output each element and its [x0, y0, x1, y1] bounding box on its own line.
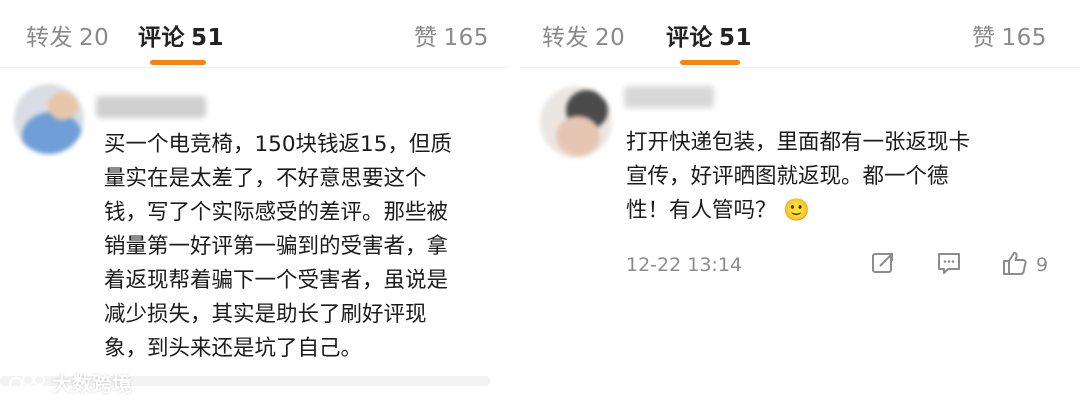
comment-line: 性！有人管吗？ 🙂	[626, 194, 970, 228]
avatar[interactable]	[14, 84, 84, 154]
tab-likes-label: 赞	[414, 25, 438, 51]
tab-likes[interactable]: 赞 165	[972, 18, 1047, 52]
tab-comments-label: 评论	[138, 25, 185, 51]
comment-icon[interactable]	[936, 250, 962, 276]
comment-panel-left: 转发 20 评论 51 赞 165 买一个电竞椅，150块钱返15，但质 量实在是太差…	[0, 0, 508, 402]
like-count: 9	[1036, 254, 1049, 276]
tab-comments[interactable]: 评论 51	[138, 18, 224, 52]
tab-bar: 转发 20 评论 51 赞 165	[520, 0, 1080, 68]
comment-timestamp: 12-22 13:14	[626, 254, 743, 276]
watermark-logo-icon	[8, 373, 46, 391]
tab-likes[interactable]: 赞 165	[414, 18, 489, 52]
comment-line: 打开快递包装，里面都有一张返现卡	[626, 130, 971, 155]
comment-line: 减少损失，其实是助长了刷好评现	[104, 302, 427, 327]
tab-bar: 转发 20 评论 51 赞 165	[0, 0, 508, 68]
like-icon[interactable]	[1002, 250, 1028, 276]
tab-comments-count: 51	[719, 25, 753, 51]
tab-comments-count: 51	[191, 25, 225, 51]
tab-repost-label: 转发	[542, 25, 589, 51]
username-redacted[interactable]	[96, 96, 206, 118]
watermark: 大数跨境	[8, 368, 132, 397]
tab-repost[interactable]: 转发 20	[26, 18, 109, 52]
comment-panel-right: 转发 20 评论 51 赞 165 打开快递包装，里面都有一张返现卡 宣传，好评晒图就…	[520, 0, 1080, 402]
comment-text: 打开快递包装，里面都有一张返现卡 宣传，好评晒图就返现。都一个德 性！有人管吗？…	[626, 126, 970, 228]
tab-repost-count: 20	[595, 25, 626, 51]
comment-line: 着返现帮着骗下一个受害者，虽说是	[104, 268, 449, 293]
tab-likes-label: 赞	[972, 25, 996, 51]
avatar[interactable]	[540, 86, 612, 158]
tab-repost-label: 转发	[26, 25, 73, 51]
comment-line: 量实在是太差了，不好意思要这个	[104, 166, 427, 191]
watermark-text: 大数跨境	[52, 372, 132, 396]
comment-line: 买一个电竞椅，150块钱返15，但质	[104, 132, 452, 157]
tab-repost-count: 20	[79, 25, 110, 51]
comment-line: 象，到头来还是坑了自己。	[104, 336, 363, 361]
share-icon[interactable]	[870, 250, 896, 276]
username-redacted[interactable]	[624, 86, 714, 108]
active-tab-indicator	[680, 60, 740, 65]
tab-likes-count: 165	[443, 25, 489, 51]
comment-line: 销量第一好评第一骗到的受害者，拿	[104, 234, 449, 259]
tab-comments[interactable]: 评论 51	[666, 18, 752, 52]
comment-text: 买一个电竞椅，150块钱返15，但质 量实在是太差了，不好意思要这个 钱，写了个…	[104, 128, 452, 366]
comment-line: 钱，写了个实际感受的差评。那些被	[104, 200, 449, 225]
tab-likes-count: 165	[1001, 25, 1047, 51]
active-tab-indicator	[150, 60, 206, 65]
comment-line: 宣传，好评晒图就返现。都一个德	[626, 164, 949, 189]
smile-emoji-icon: 🙂	[783, 198, 811, 223]
tab-comments-label: 评论	[666, 25, 713, 51]
tab-repost[interactable]: 转发 20	[542, 18, 625, 52]
comment-line-text: 性！有人管吗？	[626, 198, 777, 223]
